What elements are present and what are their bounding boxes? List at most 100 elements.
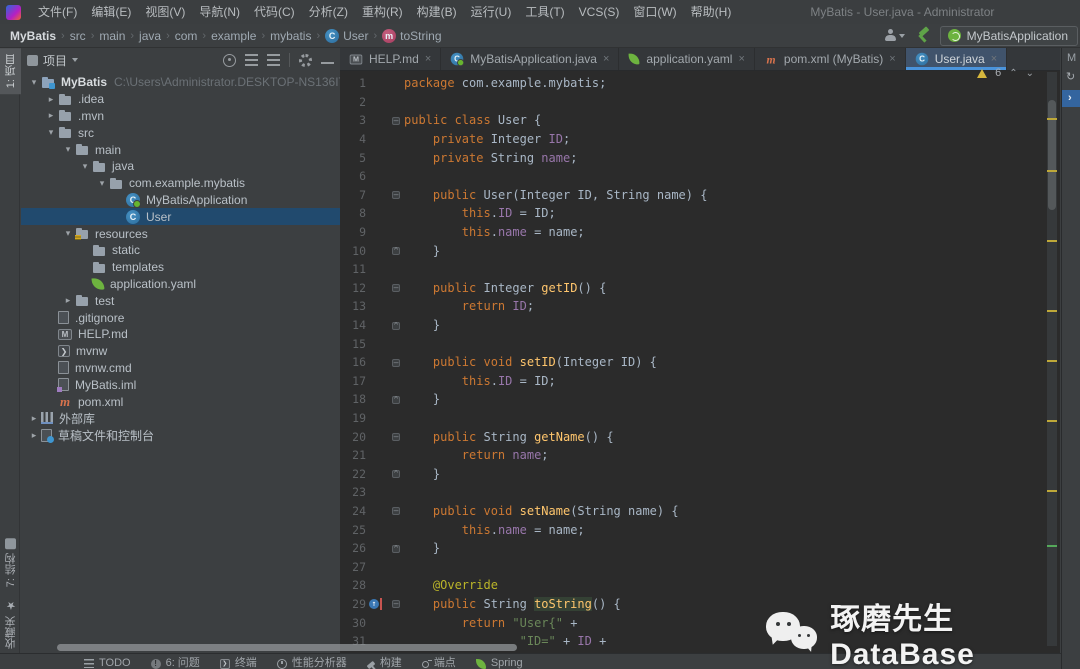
fold-end-icon[interactable]: ^ [392,247,400,256]
close-icon[interactable]: × [889,53,895,65]
menu-item[interactable]: 帮助(H) [684,3,739,21]
breadcrumb-item[interactable]: m toString [382,28,442,43]
tree-row[interactable]: mvnw.cmd [21,360,340,377]
code-editor[interactable]: 1 package com.example.mybatis; 2 3– public c… [340,71,1060,653]
editor-tab[interactable]: C MyBatisApplication.java × [441,48,620,70]
fold-collapse-icon[interactable]: – [392,191,400,200]
tree-row[interactable]: ▾ resources [21,225,340,242]
fold-toggle[interactable]: ^ [388,544,404,553]
tree-row[interactable]: ▸ 草稿文件和控制台 [21,427,340,444]
fold-collapse-icon[interactable]: – [392,600,400,609]
expand-all-icon[interactable] [245,54,258,66]
project-panel-title[interactable]: 项目 [43,52,67,69]
tree-row[interactable]: ▾ com.example.mybatis [21,175,340,192]
menu-item[interactable]: 重构(R) [355,3,410,21]
tree-row[interactable]: templates [21,259,340,276]
tree-row[interactable]: ▸ test [21,292,340,309]
tree-row[interactable]: C MyBatisApplication [21,192,340,209]
fold-collapse-icon[interactable]: – [392,116,400,125]
breadcrumb-item[interactable]: mybatis [270,29,311,43]
tree-chevron-icon[interactable]: ▾ [27,77,41,88]
run-configuration-select[interactable]: MyBatisApplication [939,25,1078,46]
hide-panel-icon[interactable] [321,61,334,64]
fold-toggle[interactable]: ^ [388,469,404,479]
success-stripe-mark[interactable] [1047,545,1057,547]
fold-collapse-icon[interactable]: – [392,507,400,516]
chevron-down-icon[interactable] [72,58,79,62]
tool-window-button-TODO[interactable]: TODO [84,656,131,669]
breadcrumb-item[interactable]: C User [325,28,368,43]
fold-collapse-icon[interactable]: – [392,433,400,442]
warning-stripe-mark[interactable] [1047,118,1057,120]
fold-toggle[interactable]: – [388,506,404,516]
fold-toggle[interactable]: – [388,599,404,609]
build-hammer-icon[interactable] [915,28,930,43]
fold-toggle[interactable]: – [388,432,404,442]
user-account-button[interactable] [884,29,905,42]
tree-row[interactable]: m pom.xml [21,393,340,410]
breadcrumb-item[interactable]: example [211,29,256,43]
tree-chevron-icon[interactable]: ▸ [44,94,58,105]
tree-row[interactable]: M HELP.md [21,326,340,343]
breadcrumb-item[interactable]: main [99,29,125,43]
menu-item[interactable]: VCS(S) [572,3,627,21]
tool-window-button-Spring[interactable]: Spring [475,656,523,669]
close-icon[interactable]: × [738,53,744,65]
tree-row[interactable]: ▾ java [21,158,340,175]
close-icon[interactable]: × [425,53,431,65]
editor-tab[interactable]: application.yaml × [619,48,755,70]
menu-item[interactable]: 代码(C) [247,3,302,21]
tree-chevron-icon[interactable]: ▾ [78,161,92,172]
tree-chevron-icon[interactable]: ▾ [61,228,75,239]
tool-window-button--[interactable]: ❯ 终端 [219,656,257,669]
tree-chevron-icon[interactable]: ▾ [44,127,58,138]
breadcrumb-item[interactable]: MyBatis [10,29,56,43]
fold-end-icon[interactable]: ^ [392,321,400,330]
fold-toggle[interactable]: ^ [388,321,404,330]
menu-item[interactable]: 构建(B) [410,3,464,21]
tree-row[interactable]: ▸ .idea [21,91,340,108]
tree-chevron-icon[interactable]: ▾ [95,178,109,189]
fold-end-icon[interactable]: ^ [392,544,400,553]
breadcrumb-item[interactable]: com [175,29,198,43]
tree-chevron-icon[interactable]: ▸ [61,295,75,306]
fold-toggle[interactable]: ^ [388,246,404,256]
warning-stripe-mark[interactable] [1047,420,1057,422]
editor-tab[interactable]: m pom.xml (MyBatis) × [755,48,906,70]
close-icon[interactable]: × [991,53,997,65]
fold-toggle[interactable]: – [388,358,404,367]
tree-row[interactable]: .gitignore [21,309,340,326]
tool-window-button-6-[interactable]: ! 6: 问题 [150,656,200,669]
prev-warning-icon[interactable]: ⌃ [1009,68,1017,79]
fold-end-icon[interactable]: ^ [392,395,400,404]
editor-tab[interactable]: M HELP.md × [340,48,442,70]
menu-item[interactable]: 分析(Z) [302,3,355,21]
breadcrumb-item[interactable]: java [139,29,161,43]
tree-row[interactable]: ▾ main [21,141,340,158]
tree-row[interactable]: static [21,242,340,259]
tool-window-button--[interactable]: 构建 [366,656,402,669]
menu-item[interactable]: 运行(U) [464,3,519,21]
tree-row[interactable]: MyBatis.iml [21,376,340,393]
collapse-all-icon[interactable] [267,54,280,66]
fold-toggle[interactable]: – [388,283,404,293]
vertical-scrollbar[interactable] [1047,72,1057,646]
inspection-widget[interactable]: 6 ⌃ ⌄ [977,67,1034,79]
menu-item[interactable]: 导航(N) [192,3,247,21]
tree-row[interactable]: ▾ src [21,124,340,141]
warning-stripe-mark[interactable] [1047,240,1057,242]
fold-end-icon[interactable]: ^ [392,470,400,479]
refresh-icon[interactable]: ↻ [1062,64,1080,83]
fold-collapse-icon[interactable]: – [392,358,400,367]
menu-item[interactable]: 文件(F) [31,3,84,21]
tree-row[interactable]: ❯ mvnw [21,343,340,360]
warning-stripe-mark[interactable] [1047,490,1057,492]
warning-stripe-mark[interactable] [1047,310,1057,312]
scrollbar-thumb[interactable] [1048,100,1056,210]
tree-chevron-icon[interactable]: ▾ [61,144,75,155]
menu-item[interactable]: 工具(T) [518,3,571,21]
tree-row[interactable]: application.yaml [21,276,340,293]
warning-stripe-mark[interactable] [1047,170,1057,172]
tool-window-button-project[interactable]: 1: 项目 [0,48,22,95]
maven-tree-expander[interactable]: › [1062,90,1080,107]
